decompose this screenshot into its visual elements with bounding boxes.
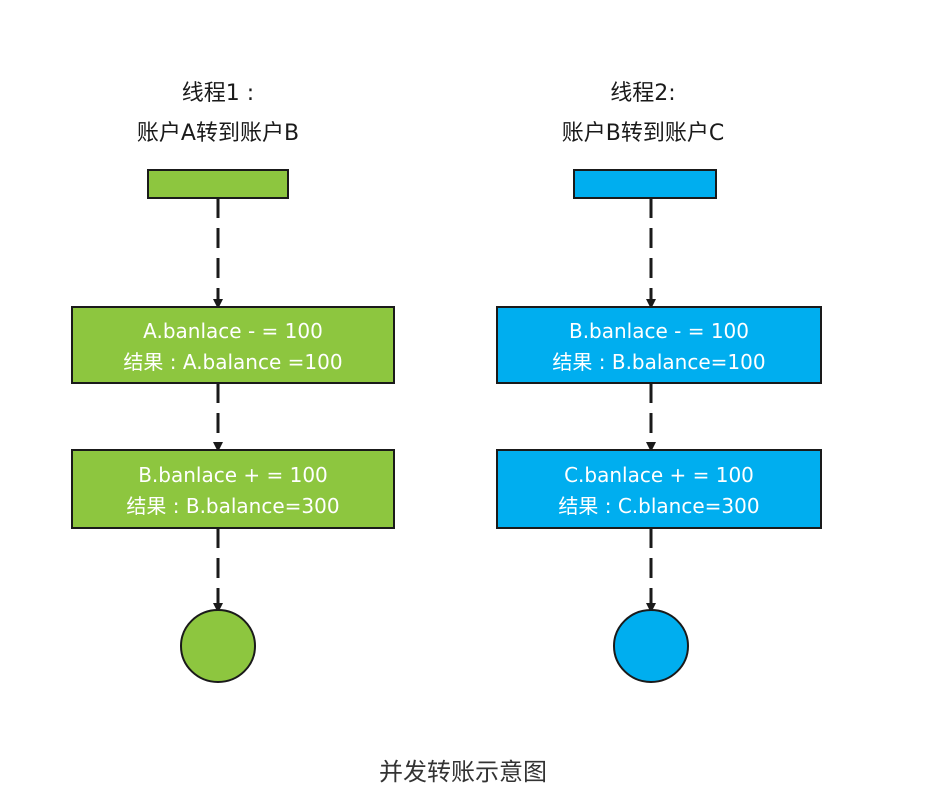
thread1-column: 线程1 : 账户A转到账户B A.banlace - = 100 结果 : A.… (71, 81, 395, 683)
thread2-column: 线程2: 账户B转到账户C B.banlace - = 100 结果 : B.b… (496, 81, 822, 683)
thread1-title: 线程1 : (182, 81, 254, 106)
thread1-start-node (147, 169, 289, 199)
concurrent-transfer-diagram: 线程1 : 账户A转到账户B A.banlace - = 100 结果 : A.… (71, 81, 822, 683)
thread2-end-node (613, 609, 689, 683)
thread1-subtitle: 账户A转到账户B (137, 121, 299, 146)
thread2-step2-result: 结果 : C.blance=300 (558, 494, 759, 518)
thread1-step1-operation: A.banlace - = 100 (143, 319, 323, 343)
thread2-start-node (573, 169, 717, 199)
thread2-title: 线程2: (610, 81, 675, 106)
thread1-step2-operation: B.banlace + = 100 (138, 463, 328, 487)
thread1-step1-result: 结果 : A.balance =100 (123, 350, 342, 374)
thread2-step1-result: 结果 : B.balance=100 (552, 350, 765, 374)
thread1-step2-result: 结果 : B.balance=300 (126, 494, 339, 518)
thread2-step2-operation: C.banlace + = 100 (564, 463, 754, 487)
diagram-caption: 并发转账示意图 (379, 758, 547, 786)
thread1-end-node (180, 609, 256, 683)
thread2-subtitle: 账户B转到账户C (562, 121, 724, 146)
thread2-step1-operation: B.banlace - = 100 (569, 319, 749, 343)
